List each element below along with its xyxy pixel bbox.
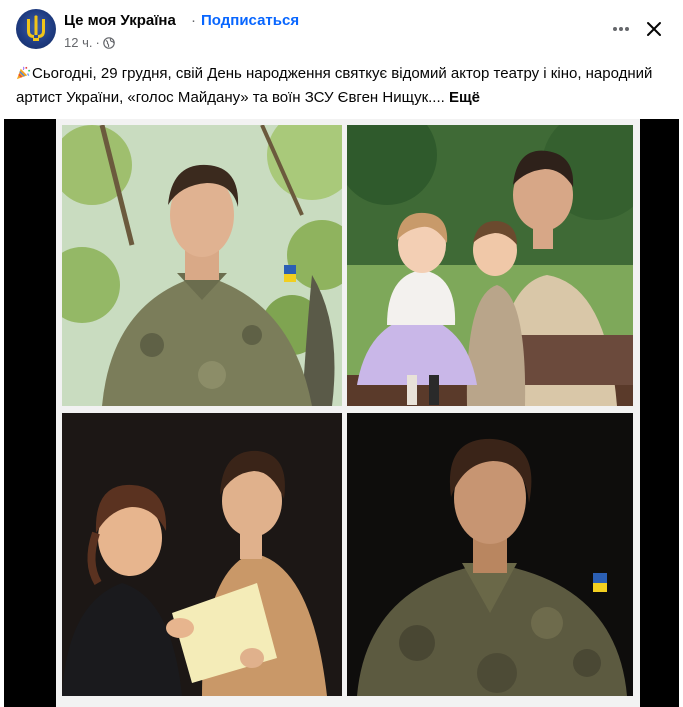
page-avatar[interactable]: [16, 9, 56, 49]
post-body-text: Сьогодні, 29 грудня, свій День народженн…: [16, 65, 653, 106]
photo-theatre-scene: [62, 413, 342, 696]
more-options-button[interactable]: [606, 14, 636, 44]
meta-separator: ·: [95, 35, 100, 50]
close-icon: [647, 22, 661, 36]
photo-soldier-portrait: [62, 125, 342, 406]
post-photo[interactable]: [4, 119, 679, 707]
see-more-link[interactable]: Ещё: [449, 89, 480, 106]
more-horizontal-icon: [613, 27, 629, 31]
photo-military-portrait: [347, 413, 633, 696]
post-meta: 12 ч. ·: [64, 35, 115, 50]
photo-collage: [56, 119, 640, 707]
subscribe-button[interactable]: Подписаться: [201, 12, 299, 29]
post-header: Це моя Україна · Подписаться 12 ч. ·: [0, 0, 683, 58]
post-message: Сьогодні, 29 грудня, свій День народженн…: [16, 62, 666, 110]
page-name-link[interactable]: Це моя Україна: [64, 12, 176, 29]
close-post-button[interactable]: [639, 14, 669, 44]
header-separator: ·: [191, 12, 196, 29]
party-popper-icon: [16, 66, 31, 80]
post-timestamp[interactable]: 12 ч.: [64, 35, 92, 50]
globe-icon[interactable]: [103, 36, 115, 49]
trident-icon: [27, 15, 45, 41]
photo-family-bench: [347, 125, 633, 406]
